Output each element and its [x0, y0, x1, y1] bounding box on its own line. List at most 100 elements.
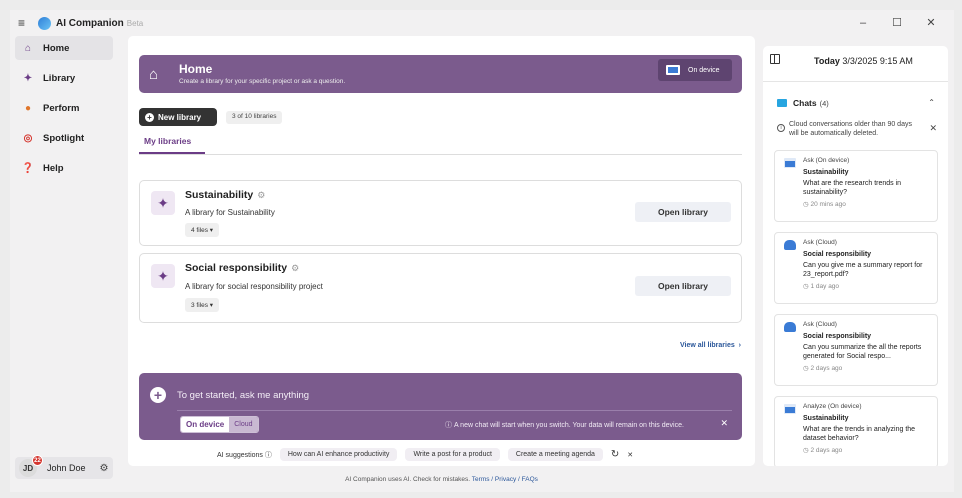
- app-window: ≡ AI Companion Beta – ☐ ✕ ⌂ Home ✦ Libra…: [10, 10, 954, 492]
- view-all-label: View all libraries: [680, 342, 735, 349]
- open-library-button[interactable]: Open library: [635, 202, 731, 222]
- files-dropdown[interactable]: 4 files ▾: [185, 223, 220, 237]
- library-count-badge: 3 of 10 libraries: [226, 111, 283, 124]
- chat-title: Sustainability: [803, 169, 849, 176]
- chat-item[interactable]: Ask (Cloud) Social responsibility Can yo…: [774, 314, 938, 386]
- footer-text: AI Companion uses AI. Check for mistakes…: [345, 476, 471, 483]
- library-title-text: Social responsibility: [185, 262, 288, 274]
- chat-time: ◷ 2 days ago: [803, 447, 843, 454]
- switch-note: ⓘ A new chat will start when you switch.…: [445, 420, 684, 430]
- info-icon: ⓘ: [445, 422, 454, 429]
- chat-item[interactable]: Ask (Cloud) Social responsibility Can yo…: [774, 232, 938, 304]
- chat-time-text: 1 day ago: [810, 283, 840, 290]
- chat-question: What are the trends in analyzing the dat…: [803, 426, 916, 442]
- chat-item[interactable]: Ask (On device) Sustainability What are …: [774, 150, 938, 222]
- ask-input[interactable]: To get started, ask me anything: [177, 390, 309, 401]
- files-count: 4 files: [191, 227, 208, 234]
- sidebar-item-home[interactable]: ⌂ Home: [15, 36, 113, 60]
- panel-divider: [763, 81, 948, 82]
- library-title: Sustainability ⚙: [185, 189, 265, 201]
- chat-time-text: 2 days ago: [810, 365, 843, 372]
- chat-type: Ask (On device): [803, 157, 850, 164]
- library-title: Social responsibility ⚙: [185, 262, 299, 274]
- sidebar-item-perform[interactable]: ● Perform: [15, 96, 113, 120]
- sidebar-item-library[interactable]: ✦ Library: [15, 66, 113, 90]
- close-icon[interactable]: ✕: [929, 124, 937, 133]
- mode-cloud[interactable]: Cloud: [229, 417, 258, 432]
- view-all-libraries-link[interactable]: View all libraries ›: [680, 342, 741, 349]
- ai-suggestions: AI suggestions ⓘ How can AI enhance prod…: [217, 448, 633, 461]
- chevron-up-icon[interactable]: ⌃: [928, 98, 935, 107]
- chat-title: Sustainability: [803, 415, 849, 422]
- menu-icon[interactable]: ≡: [18, 16, 32, 30]
- date-label: Today: [814, 56, 840, 66]
- page-subtitle: Create a library for your specific proje…: [179, 78, 346, 85]
- avatar[interactable]: JD 22: [19, 455, 43, 477]
- library-description: A library for Sustainability: [185, 208, 275, 217]
- chevron-down-icon: ▾: [209, 227, 214, 234]
- perform-icon: ●: [24, 102, 32, 114]
- close-icon[interactable]: ✕: [627, 451, 633, 459]
- tab-my-libraries[interactable]: My libraries: [144, 136, 191, 146]
- app-logo-icon: [38, 16, 51, 30]
- chat-time-text: 20 mins ago: [810, 201, 846, 208]
- chats-header[interactable]: Chats (4): [777, 98, 829, 108]
- files-count: 3 files: [191, 302, 208, 309]
- files-dropdown[interactable]: 3 files ▾: [185, 298, 220, 312]
- sidebar-item-help[interactable]: ❓ Help: [15, 156, 113, 180]
- chat-item[interactable]: Analyze (On device) Sustainability What …: [774, 396, 938, 466]
- refresh-icon[interactable]: ↻: [611, 449, 619, 460]
- close-icon[interactable]: ✕: [720, 418, 728, 429]
- close-button[interactable]: ✕: [914, 14, 948, 32]
- library-card-social-responsibility[interactable]: ✦ Social responsibility ⚙ A library for s…: [139, 253, 742, 323]
- maximize-button[interactable]: ☐: [880, 14, 914, 32]
- library-description: A library for social responsibility proj…: [185, 282, 323, 291]
- chat-time: ◷ 1 day ago: [803, 283, 840, 290]
- suggestion-chip[interactable]: Write a post for a product: [405, 448, 500, 461]
- user-profile[interactable]: JD 22 John Doe ⚙: [15, 455, 113, 479]
- library-card-sustainability[interactable]: ✦ Sustainability ⚙ A library for Sustaina…: [139, 180, 742, 246]
- library-settings-icon[interactable]: ⚙: [257, 190, 265, 200]
- notification-badge: 22: [32, 455, 43, 466]
- home-banner: ⌂ Home Create a library for your specifi…: [139, 55, 742, 93]
- chevron-down-icon: ▾: [209, 302, 214, 309]
- add-icon[interactable]: +: [150, 387, 166, 403]
- panel-toggle-icon[interactable]: [770, 54, 780, 64]
- settings-gear-icon[interactable]: ⚙: [100, 463, 109, 474]
- new-library-label: New library: [158, 112, 202, 122]
- title-bar: ≡ AI Companion Beta – ☐ ✕: [10, 10, 954, 36]
- switch-note-text: A new chat will start when you switch. Y…: [453, 422, 684, 429]
- help-icon: ❓: [21, 162, 35, 174]
- on-device-label: On device: [688, 66, 720, 74]
- cloud-icon: [784, 240, 796, 250]
- suggestion-chip[interactable]: Create a meeting agenda: [507, 448, 603, 461]
- chat-question: Can you give me a summary report for 23_…: [803, 262, 923, 278]
- on-device-button[interactable]: On device: [658, 59, 732, 81]
- cloud-icon: [784, 322, 796, 332]
- main-content: ⌂ Home Create a library for your specifi…: [128, 36, 755, 466]
- sidebar-item-label: Home: [43, 42, 70, 54]
- new-library-button[interactable]: + New library: [139, 108, 217, 126]
- chat-question: Can you summarize the all the reports ge…: [803, 344, 922, 360]
- sidebar-item-spotlight[interactable]: ◎ Spotlight: [15, 126, 113, 150]
- minimize-button[interactable]: –: [846, 14, 880, 32]
- device-icon: [666, 65, 680, 75]
- chat-type: Analyze (On device): [803, 403, 862, 410]
- mode-toggle[interactable]: On device Cloud: [180, 416, 259, 433]
- tab-divider: [139, 154, 742, 155]
- chat-title: Social responsibility: [803, 251, 872, 258]
- notice-text: Cloud conversations older than 90 days w…: [789, 121, 912, 137]
- open-library-button[interactable]: Open library: [635, 276, 731, 296]
- device-icon: [784, 158, 796, 168]
- footer-links[interactable]: Terms / Privacy / FAQs: [472, 476, 538, 483]
- sidebar: ⌂ Home ✦ Library ● Perform ◎ Spotlight ❓…: [10, 36, 118, 492]
- mode-on-device[interactable]: On device: [181, 417, 230, 432]
- plus-icon: +: [145, 112, 154, 122]
- footer: AI Companion uses AI. Check for mistakes…: [128, 476, 755, 483]
- home-icon: ⌂: [149, 66, 159, 83]
- library-sparkle-icon: ✦: [151, 264, 175, 288]
- library-settings-icon[interactable]: ⚙: [291, 263, 299, 273]
- suggestion-chip[interactable]: How can AI enhance productivity: [279, 448, 398, 461]
- device-icon: [784, 404, 796, 414]
- retention-notice: i Cloud conversations older than 90 days…: [777, 120, 941, 138]
